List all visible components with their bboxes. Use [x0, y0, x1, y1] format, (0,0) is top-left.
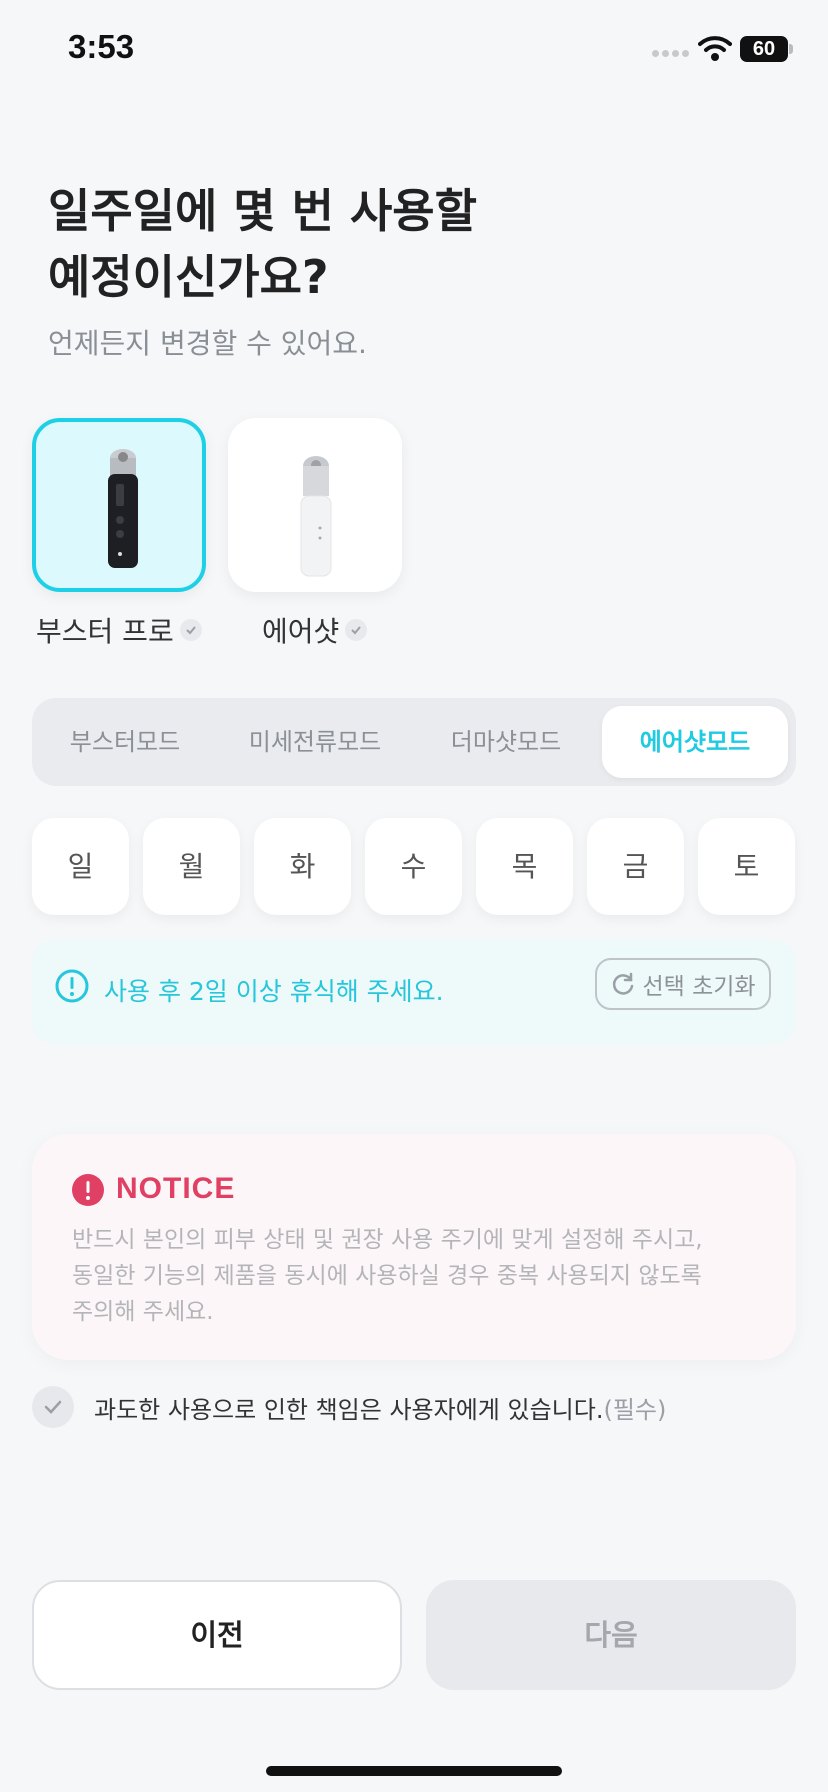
day-mon[interactable]: 월	[143, 818, 240, 915]
required-tag: (필수)	[603, 1396, 667, 1424]
day-fri[interactable]: 금	[587, 818, 684, 915]
device-name: 에어샷	[262, 615, 340, 648]
booster-pro-device-image	[108, 449, 138, 568]
device-name: 부스터 프로	[36, 615, 174, 648]
reset-label: 선택 초기화	[642, 974, 756, 1000]
reset-selection-button[interactable]: 선택 초기화	[595, 958, 771, 1010]
battery-cap	[789, 44, 793, 54]
cellular-signal-icon	[652, 50, 692, 58]
page-subtitle: 언제든지 변경할 수 있어요.	[48, 327, 367, 360]
day-sun[interactable]: 일	[32, 818, 129, 915]
tab-airshot-mode[interactable]: 에어샷모드	[602, 706, 788, 778]
device-card-booster-pro[interactable]	[32, 418, 206, 592]
rest-message: 사용 후 2일 이상 휴식해 주세요.	[104, 977, 444, 1006]
day-thu[interactable]: 목	[476, 818, 573, 915]
check-icon	[44, 1400, 62, 1414]
tab-microcurrent-mode[interactable]: 미세전류모드	[222, 706, 408, 778]
battery-icon: 60	[740, 36, 788, 62]
wifi-icon	[698, 34, 732, 62]
refresh-icon	[613, 972, 634, 995]
agreement-text: 과도한 사용으로 인한 책임은 사용자에게 있습니다.	[94, 1396, 604, 1424]
day-sat[interactable]: 토	[698, 818, 795, 915]
agreement-label[interactable]: 과도한 사용으로 인한 책임은 사용자에게 있습니다.(필수)	[94, 1390, 666, 1425]
day-wed[interactable]: 수	[365, 818, 462, 915]
tab-dermashot-mode[interactable]: 더마샷모드	[416, 706, 596, 778]
device-label-airshot[interactable]: 에어샷	[262, 610, 368, 650]
device-card-airshot[interactable]	[228, 418, 402, 592]
day-tue[interactable]: 화	[254, 818, 351, 915]
check-icon	[345, 619, 368, 641]
mode-tab-bar: 부스터모드 미세전류모드 더마샷모드 에어샷모드	[32, 698, 796, 786]
device-label-booster-pro[interactable]: 부스터 프로	[36, 610, 202, 650]
notice-title: NOTICE	[116, 1172, 236, 1205]
agreement-checkbox[interactable]	[32, 1386, 74, 1428]
alert-icon	[72, 1174, 104, 1206]
airshot-device-image	[300, 456, 332, 577]
tab-booster-mode[interactable]: 부스터모드	[40, 706, 210, 778]
home-indicator	[266, 1766, 562, 1776]
notice-body: 반드시 본인의 피부 상태 및 권장 사용 주기에 맞게 설정해 주시고, 동일…	[72, 1227, 703, 1325]
page-title: 일주일에 몇 번 사용할 예정이신가요?	[48, 184, 477, 304]
next-button[interactable]: 다음	[426, 1580, 796, 1690]
status-time: 3:53	[68, 28, 135, 65]
previous-button[interactable]: 이전	[32, 1580, 402, 1690]
check-icon	[179, 619, 202, 641]
info-icon	[54, 968, 90, 1004]
